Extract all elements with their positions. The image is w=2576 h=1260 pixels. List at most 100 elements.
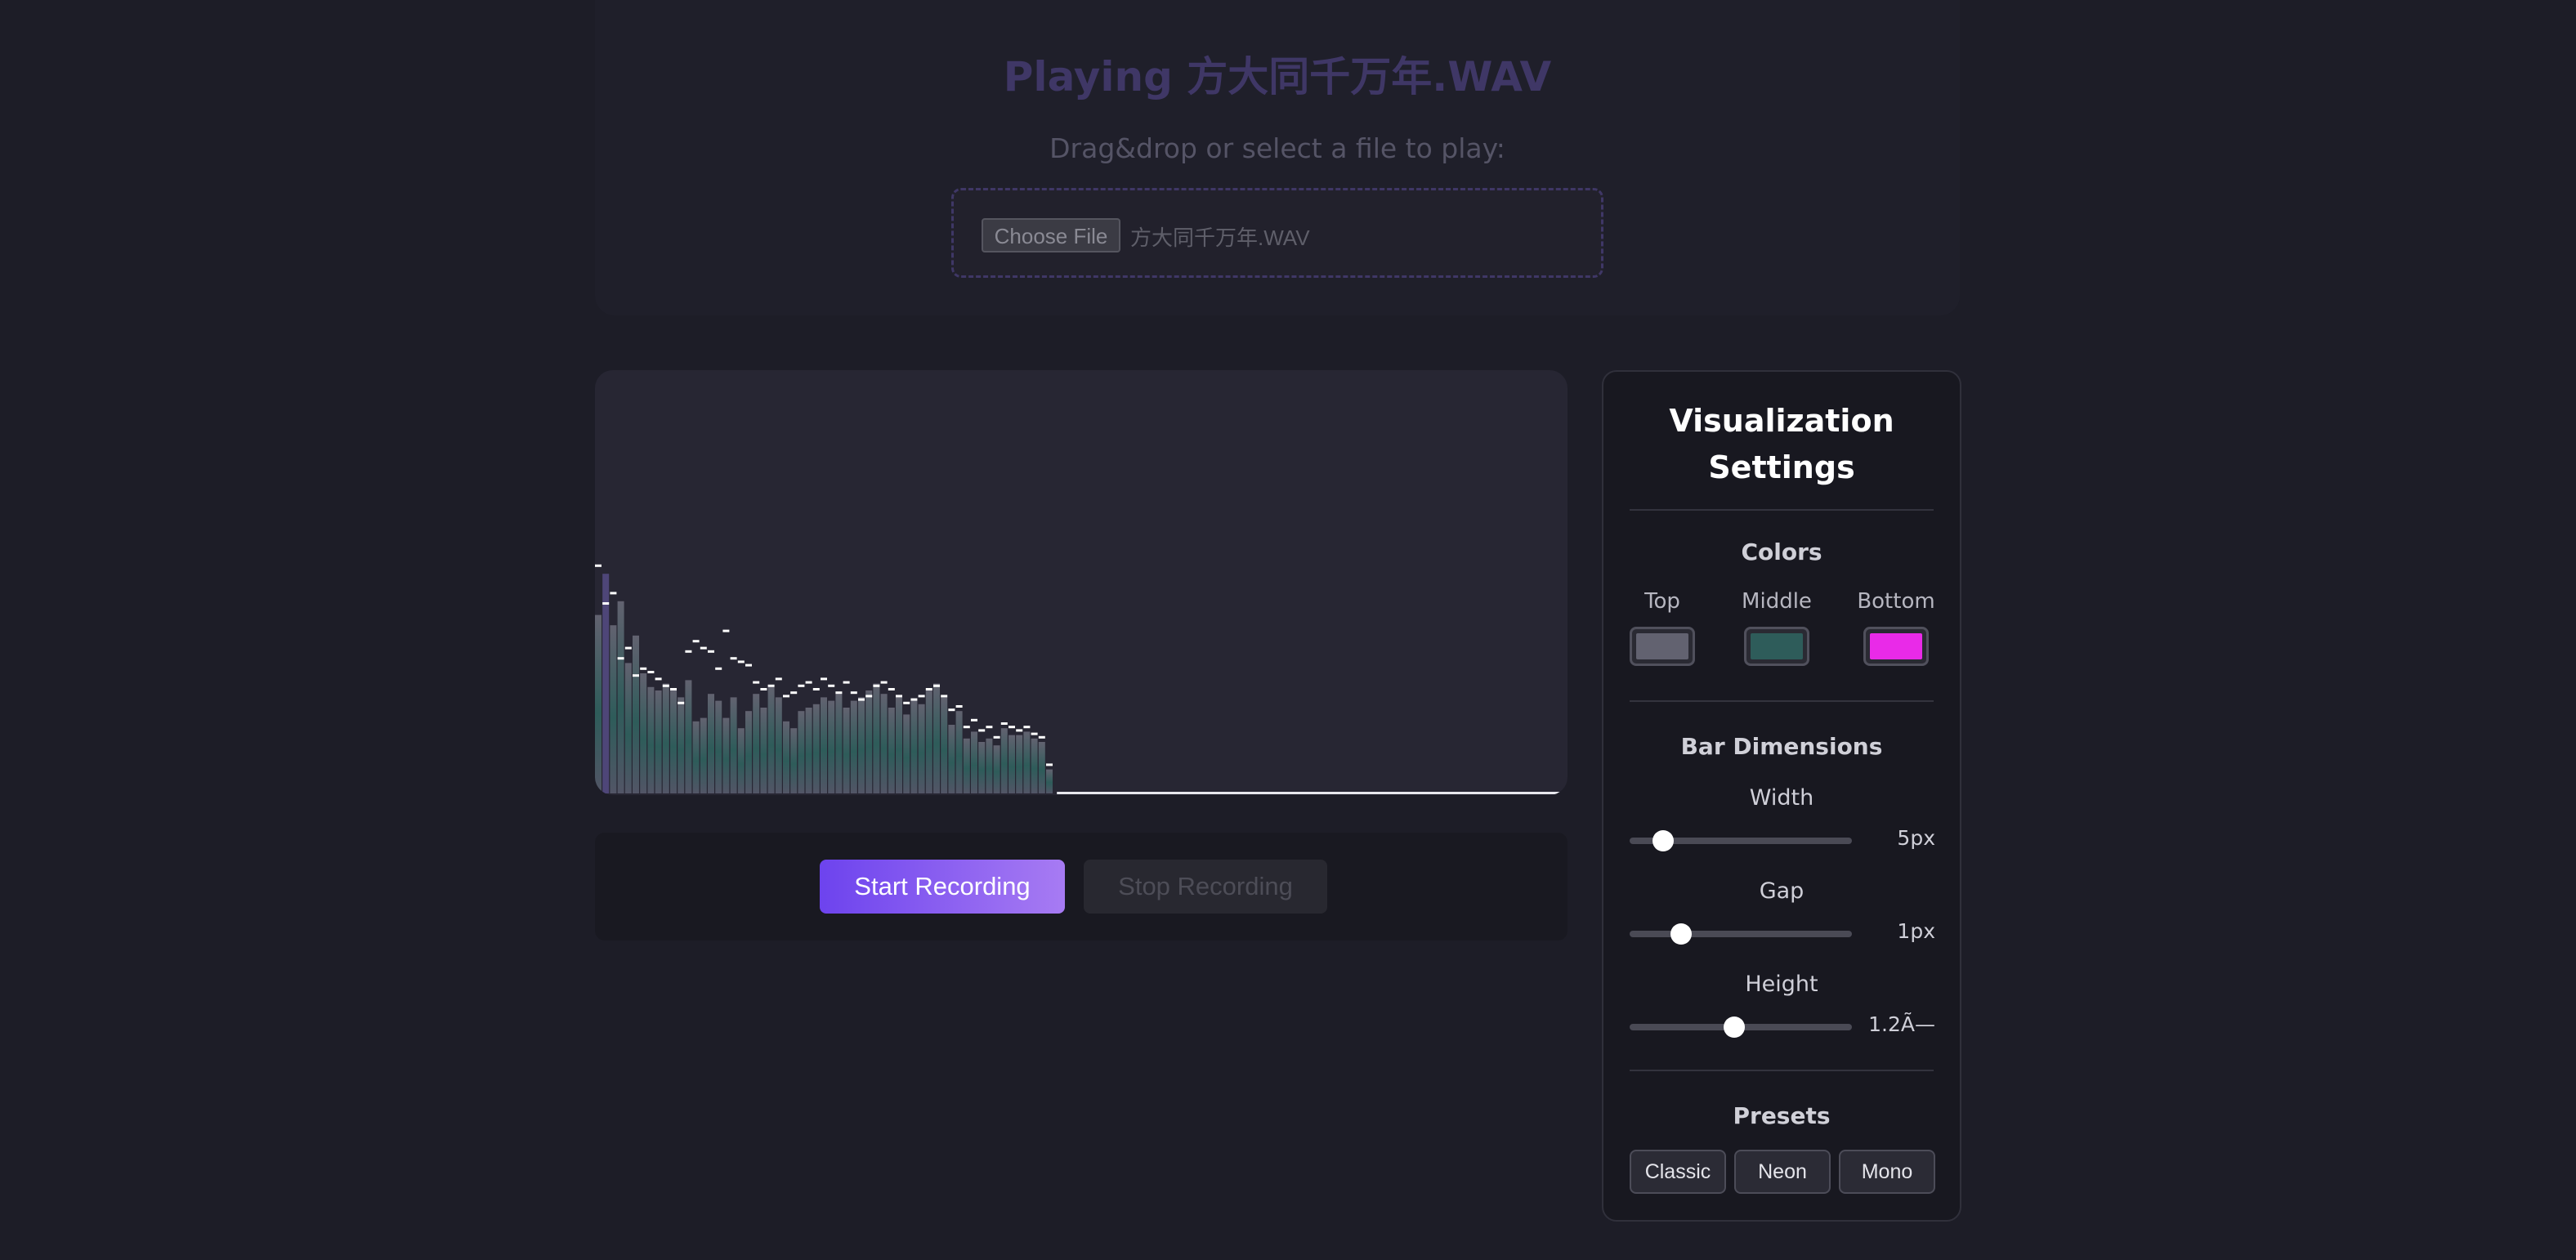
peak-marker <box>602 602 610 605</box>
preset-neon-button[interactable]: Neon <box>1734 1150 1831 1194</box>
spectrum-bar <box>633 635 639 793</box>
spectrum-bar <box>708 694 714 793</box>
width-slider-thumb[interactable] <box>1652 830 1674 851</box>
middle-color-picker[interactable] <box>1744 627 1809 666</box>
stop-recording-button[interactable]: Stop Recording <box>1084 860 1327 914</box>
height-value: 1.2Ã— <box>1868 1012 1935 1036</box>
peak-marker <box>880 681 888 684</box>
peak-marker <box>610 592 617 595</box>
recording-controls: Start Recording Stop Recording <box>595 833 1568 941</box>
spectrum-bar <box>933 683 940 793</box>
bottom-color-picker[interactable] <box>1863 627 1929 666</box>
spectrum-bar <box>602 574 610 793</box>
peak-marker <box>978 729 986 732</box>
divider <box>1630 700 1934 702</box>
visualization-settings-panel: Visualization Settings Colors Top Middle… <box>1602 370 1961 1222</box>
peak-marker <box>737 660 745 664</box>
spectrum-bar <box>783 721 789 793</box>
peak-marker <box>655 677 662 681</box>
peak-marker <box>595 564 602 567</box>
peak-marker <box>670 688 677 690</box>
top-color-label: Top <box>1644 589 1680 614</box>
choose-file-button[interactable]: Choose File <box>982 218 1120 252</box>
colors-heading: Colors <box>1741 538 1822 565</box>
gap-slider-thumb[interactable] <box>1670 923 1692 945</box>
spectrum-bar <box>821 697 827 793</box>
peak-marker <box>775 677 782 681</box>
bar-dimensions-heading: Bar Dimensions <box>1680 733 1883 760</box>
presets-heading: Presets <box>1733 1102 1831 1129</box>
visualizer-canvas <box>595 564 1563 794</box>
spectrum-bar <box>692 721 700 793</box>
start-recording-button[interactable]: Start Recording <box>820 860 1065 914</box>
spectrum-bar <box>700 717 707 793</box>
spectrum-bar <box>903 714 910 793</box>
file-dropzone[interactable]: Choose File 方大同千万年.WAV <box>951 188 1603 278</box>
spectrum-bar <box>843 708 850 793</box>
spectrum-bar <box>1046 769 1053 793</box>
spectrum-bar <box>722 717 730 793</box>
middle-color-label: Middle <box>1742 589 1812 614</box>
spectrum-bar <box>647 686 655 793</box>
height-slider[interactable] <box>1630 1016 1852 1038</box>
peak-marker <box>941 695 948 698</box>
gap-value: 1px <box>1897 919 1935 943</box>
peak-marker <box>971 718 977 722</box>
spectrum-bar <box>941 697 948 793</box>
peak-marker <box>783 695 789 698</box>
peak-marker <box>903 701 910 704</box>
bottom-color-label: Bottom <box>1857 589 1935 614</box>
peak-marker <box>730 657 737 660</box>
divider <box>1630 509 1934 511</box>
peak-marker <box>955 705 963 708</box>
divider <box>1630 1070 1934 1071</box>
peak-marker <box>745 664 752 667</box>
peak-marker <box>1038 735 1045 739</box>
spectrum-bar <box>918 704 925 793</box>
height-slider-thumb[interactable] <box>1723 1016 1745 1038</box>
spectrum-bar <box>767 686 775 793</box>
peak-marker <box>685 650 692 653</box>
spectrum-bar <box>745 711 752 793</box>
spectrum-bar <box>1031 738 1038 793</box>
spectrum-bar <box>715 700 722 793</box>
spectrum-bar <box>670 690 677 793</box>
peak-marker <box>1023 726 1031 729</box>
spectrum-bar <box>812 704 820 793</box>
peak-marker <box>708 650 714 653</box>
spectrum-bar <box>910 700 918 793</box>
middle-color-swatch <box>1751 633 1803 659</box>
gap-slider[interactable] <box>1630 923 1852 945</box>
peak-marker <box>790 691 798 695</box>
spectrum-bar <box>662 683 669 793</box>
peak-marker <box>715 667 722 670</box>
peak-marker <box>767 684 775 687</box>
spectrum-bar <box>798 711 805 793</box>
peak-marker <box>896 695 902 698</box>
peak-marker <box>865 695 873 698</box>
spectrum-bar <box>865 690 873 793</box>
top-color-picker[interactable] <box>1630 627 1695 666</box>
spectrum-bar <box>790 728 798 793</box>
peak-marker <box>821 677 827 681</box>
now-playing-title: Playing 方大同千万年.WAV <box>1003 53 1552 101</box>
spectrum-bar <box>775 697 782 793</box>
spectrum-bar <box>1000 728 1008 793</box>
peak-marker <box>873 684 880 687</box>
peak-marker <box>910 698 918 701</box>
preset-mono-button[interactable]: Mono <box>1839 1150 1935 1194</box>
spectrum-bar <box>858 697 865 793</box>
gap-label: Gap <box>1759 878 1805 904</box>
width-label: Width <box>1749 785 1814 811</box>
peak-marker <box>1046 763 1053 766</box>
peak-marker <box>700 646 707 650</box>
spectrum-bar <box>986 738 993 793</box>
spectrum-bar <box>617 601 624 793</box>
selected-file-name: 方大同千万年.WAV <box>1130 226 1310 250</box>
spectrum-bar <box>805 708 812 793</box>
preset-classic-button[interactable]: Classic <box>1630 1150 1726 1194</box>
spectrum-bar <box>896 697 902 793</box>
peak-marker <box>812 688 820 690</box>
width-slider[interactable] <box>1630 830 1852 851</box>
peak-marker <box>835 691 843 695</box>
